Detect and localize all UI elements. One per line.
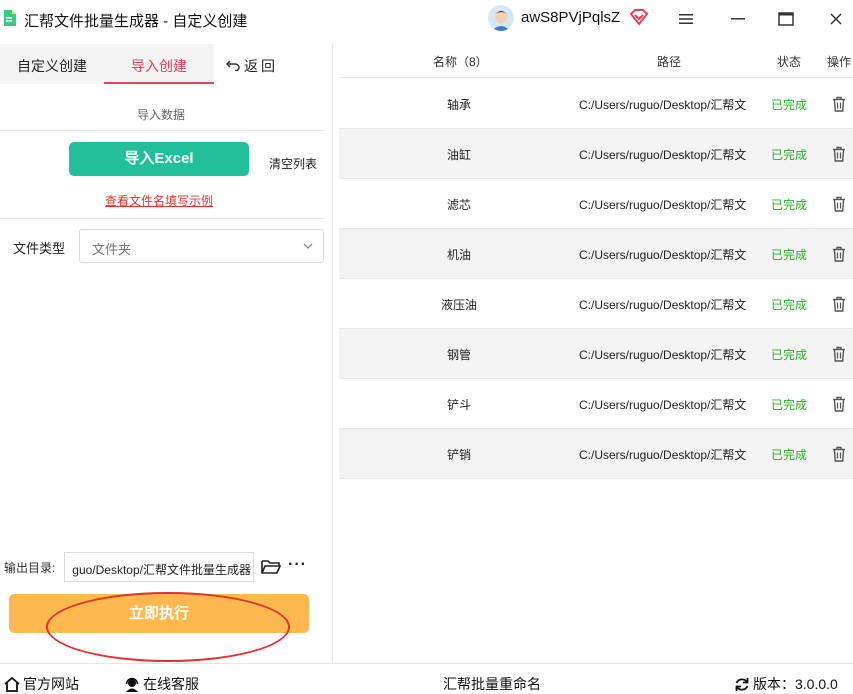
minimize-icon — [731, 18, 745, 20]
trash-icon[interactable] — [832, 446, 846, 462]
product-name[interactable]: 汇帮批量重命名 — [443, 674, 541, 694]
file-type-value: 文件夹 — [92, 242, 132, 257]
cell-path: C:/Users/ruguo/Desktop/汇帮文 — [579, 348, 747, 362]
trash-icon[interactable] — [832, 346, 846, 362]
import-section-label: 导入数据 — [136, 108, 185, 122]
chevron-down-icon — [303, 243, 313, 249]
headset-icon — [125, 677, 139, 692]
trash-icon[interactable] — [832, 296, 846, 312]
table-row[interactable]: 机油 C:/Users/ruguo/Desktop/汇帮文 已完成 — [339, 229, 853, 279]
trash-icon[interactable] — [832, 246, 846, 262]
version-label: 版本：3.0.0.0 — [753, 676, 838, 692]
table-row[interactable]: 液压油 C:/Users/ruguo/Desktop/汇帮文 已完成 — [339, 279, 853, 329]
output-dir-label: 输出目录: — [4, 561, 56, 575]
file-type-select[interactable]: 文件夹 — [79, 229, 324, 263]
cell-status: 已完成 — [771, 198, 808, 212]
user-avatar[interactable] — [488, 5, 514, 31]
table-row[interactable]: 钢管 C:/Users/ruguo/Desktop/汇帮文 已完成 — [339, 329, 853, 379]
table-header: 名称（8） 路径 状态 操作 — [339, 44, 853, 78]
header-status: 状态 — [777, 55, 802, 69]
undo-back-icon — [225, 44, 244, 88]
left-panel: 自定义创建 导入创建 返回 导入数据 导入Excel 清空列表 查看文件名填写示… — [0, 44, 333, 663]
file-table: 名称（8） 路径 状态 操作 轴承 C:/Users/ruguo/Desktop/… — [339, 44, 853, 480]
cell-path: C:/Users/ruguo/Desktop/汇帮文 — [579, 398, 747, 412]
divider — [0, 218, 324, 219]
close-icon — [830, 13, 842, 25]
tab-custom-create[interactable]: 自定义创建 — [0, 44, 104, 84]
table-row[interactable]: 油缸 C:/Users/ruguo/Desktop/汇帮文 已完成 — [339, 129, 853, 179]
hamburger-icon — [679, 14, 693, 24]
cell-status: 已完成 — [771, 98, 808, 112]
folder-open-icon[interactable] — [261, 558, 281, 576]
mode-tabs: 自定义创建 导入创建 返回 — [0, 44, 333, 84]
import-excel-button[interactable]: 导入Excel — [69, 142, 249, 176]
refresh-icon — [735, 678, 749, 691]
cell-name: 铲销 — [446, 448, 471, 462]
header-action: 操作 — [827, 55, 852, 69]
status-bar: 官方网站 在线客服 汇帮批量重命名 版本：3.0.0.0 — [0, 663, 853, 694]
output-dir-input[interactable]: guo/Desktop/汇帮文件批量生成器 — [64, 552, 254, 582]
file-type-label: 文件类型 — [13, 241, 66, 256]
cell-name: 钢管 — [446, 348, 471, 362]
username[interactable]: awS8PVjPqlsZ — [521, 9, 620, 26]
cell-status: 已完成 — [771, 298, 808, 312]
cell-status: 已完成 — [771, 448, 808, 462]
trash-icon[interactable] — [832, 196, 846, 212]
cell-name: 轴承 — [446, 98, 471, 112]
cell-name: 液压油 — [440, 298, 477, 312]
cell-name: 机油 — [446, 248, 471, 262]
trash-icon[interactable] — [832, 396, 846, 412]
header-path: 路径 — [657, 55, 682, 69]
clear-list-button[interactable]: 清空列表 — [269, 155, 317, 172]
official-website-link[interactable]: 官方网站 — [4, 674, 79, 694]
run-now-button[interactable]: 立即执行 — [9, 594, 309, 633]
divider — [0, 130, 324, 131]
cell-name: 铲斗 — [446, 398, 471, 412]
trash-icon[interactable] — [832, 146, 846, 162]
more-options-icon[interactable]: ··· — [288, 556, 307, 574]
avatar-icon — [488, 5, 514, 31]
menu-button[interactable] — [676, 9, 696, 29]
cell-status: 已完成 — [771, 148, 808, 162]
title-bar: 汇帮文件批量生成器 - 自定义创建 awS8PVjPqlsZ — [0, 0, 853, 38]
home-icon — [4, 677, 20, 692]
online-support-link[interactable]: 在线客服 — [124, 674, 199, 694]
window-title: 汇帮文件批量生成器 - 自定义创建 — [24, 13, 248, 30]
minimize-button[interactable] — [728, 9, 748, 29]
close-button[interactable] — [826, 9, 846, 29]
table-row[interactable]: 铲销 C:/Users/ruguo/Desktop/汇帮文 已完成 — [339, 429, 853, 479]
cell-path: C:/Users/ruguo/Desktop/汇帮文 — [579, 248, 747, 262]
table-row[interactable]: 轴承 C:/Users/ruguo/Desktop/汇帮文 已完成 — [339, 79, 853, 129]
version-info: 版本：3.0.0.0 — [734, 674, 838, 694]
cell-status: 已完成 — [771, 248, 808, 262]
cell-status: 已完成 — [771, 398, 808, 412]
trash-icon[interactable] — [832, 96, 846, 112]
cell-path: C:/Users/ruguo/Desktop/汇帮文 — [579, 198, 747, 212]
table-row[interactable]: 滤芯 C:/Users/ruguo/Desktop/汇帮文 已完成 — [339, 179, 853, 229]
cell-name: 滤芯 — [446, 198, 471, 212]
cell-path: C:/Users/ruguo/Desktop/汇帮文 — [579, 98, 747, 112]
output-dir-value: guo/Desktop/汇帮文件批量生成器 — [72, 563, 251, 577]
filename-example-link[interactable]: 查看文件名填写示例 — [0, 192, 318, 209]
tab-import-create[interactable]: 导入创建 — [104, 44, 214, 84]
cell-name: 油缸 — [446, 148, 471, 162]
vip-diamond-icon[interactable] — [629, 8, 649, 26]
online-support-label: 在线客服 — [143, 676, 199, 692]
back-label: 返回 — [244, 58, 278, 74]
header-name: 名称（8） — [433, 55, 488, 69]
app-logo-icon — [4, 10, 16, 26]
cell-path: C:/Users/ruguo/Desktop/汇帮文 — [579, 448, 747, 462]
cell-status: 已完成 — [771, 348, 808, 362]
cell-path: C:/Users/ruguo/Desktop/汇帮文 — [579, 148, 747, 162]
maximize-button[interactable] — [776, 9, 796, 29]
cell-path: C:/Users/ruguo/Desktop/汇帮文 — [579, 298, 747, 312]
official-website-label: 官方网站 — [23, 676, 79, 692]
maximize-icon — [778, 12, 794, 26]
back-button[interactable]: 返回 — [225, 44, 316, 84]
table-row[interactable]: 铲斗 C:/Users/ruguo/Desktop/汇帮文 已完成 — [339, 379, 853, 429]
